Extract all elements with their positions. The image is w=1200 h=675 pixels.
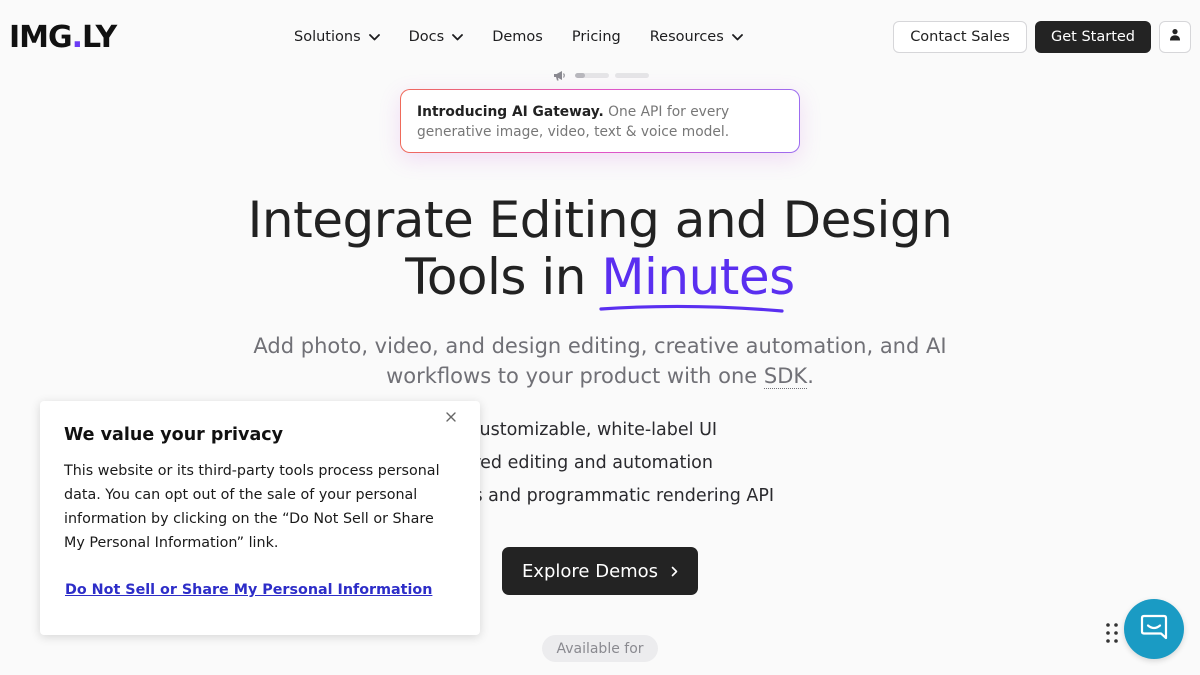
chevron-right-icon <box>671 566 678 577</box>
slide-indicator-1[interactable] <box>575 72 609 78</box>
logo-text-end: LY <box>82 19 117 55</box>
sdk-term[interactable]: SDK <box>763 364 808 389</box>
close-button[interactable] <box>444 411 458 425</box>
nav-solutions[interactable]: Solutions <box>294 29 380 45</box>
announcement-lead: Introducing AI Gateway. <box>417 104 604 120</box>
hero-title-line2: Tools in <box>405 248 586 306</box>
get-started-button[interactable]: Get Started <box>1035 21 1151 53</box>
chat-icon <box>1139 612 1169 647</box>
do-not-sell-link[interactable]: Do Not Sell or Share My Personal Informa… <box>65 582 432 598</box>
slide-progress-1 <box>575 72 586 78</box>
site-header: IMG. LY Solutions Docs Demos Pricing Reso… <box>0 0 1200 74</box>
logo-dot: . <box>71 19 83 55</box>
privacy-title: We value your privacy <box>64 425 284 445</box>
user-icon <box>1169 28 1181 46</box>
announcement-banner[interactable]: Introducing AI Gateway. One API for ever… <box>400 89 800 153</box>
nav-solutions-label: Solutions <box>294 29 361 45</box>
explore-demos-button[interactable]: Explore Demos <box>502 547 698 595</box>
chat-launcher-button[interactable] <box>1124 599 1184 659</box>
logo-text-main: IMG <box>9 19 73 55</box>
nav-pricing[interactable]: Pricing <box>572 29 621 45</box>
hero-subtitle-text: Add photo, video, and design editing, cr… <box>253 334 947 388</box>
explore-demos-label: Explore Demos <box>521 560 659 582</box>
announcement-text: Introducing AI Gateway. One API for ever… <box>417 102 783 142</box>
hero-title: Integrate Editing and Design Tools in Mi… <box>200 191 1000 313</box>
privacy-dialog: We value your privacy This website or it… <box>40 401 480 635</box>
chevron-down-icon <box>368 32 380 43</box>
hero-title-accent-text: Minutes <box>601 248 795 306</box>
account-button[interactable] <box>1159 21 1191 53</box>
nav-docs[interactable]: Docs <box>409 29 464 45</box>
privacy-body: This website or its third-party tools pr… <box>64 463 440 551</box>
drag-handle-icon[interactable] <box>1105 622 1119 644</box>
nav-demos[interactable]: Demos <box>492 29 543 45</box>
nav-docs-label: Docs <box>408 29 445 45</box>
main-nav: Solutions Docs Demos Pricing Resources <box>294 26 772 48</box>
nav-resources[interactable]: Resources <box>650 29 743 45</box>
chevron-down-icon <box>731 32 743 43</box>
megaphone-icon <box>553 69 567 81</box>
announcement-controls <box>553 69 655 81</box>
chevron-down-icon <box>452 32 464 43</box>
underline-swoosh-icon <box>599 304 784 313</box>
available-for-badge: Available for <box>542 635 658 662</box>
hero-title-line1: Integrate Editing and Design <box>247 191 953 249</box>
hero-title-accent: Minutes <box>599 248 795 313</box>
imgly-logo[interactable]: IMG. LY <box>9 19 117 55</box>
nav-demos-label: Demos <box>492 29 543 45</box>
hero-subtitle-end: . <box>807 364 814 388</box>
nav-pricing-label: Pricing <box>571 29 621 45</box>
nav-resources-label: Resources <box>649 29 724 45</box>
hero-subtitle: Add photo, video, and design editing, cr… <box>220 331 980 391</box>
contact-sales-button[interactable]: Contact Sales <box>893 21 1027 53</box>
close-icon <box>446 409 456 427</box>
slide-indicator-2[interactable] <box>615 72 649 78</box>
